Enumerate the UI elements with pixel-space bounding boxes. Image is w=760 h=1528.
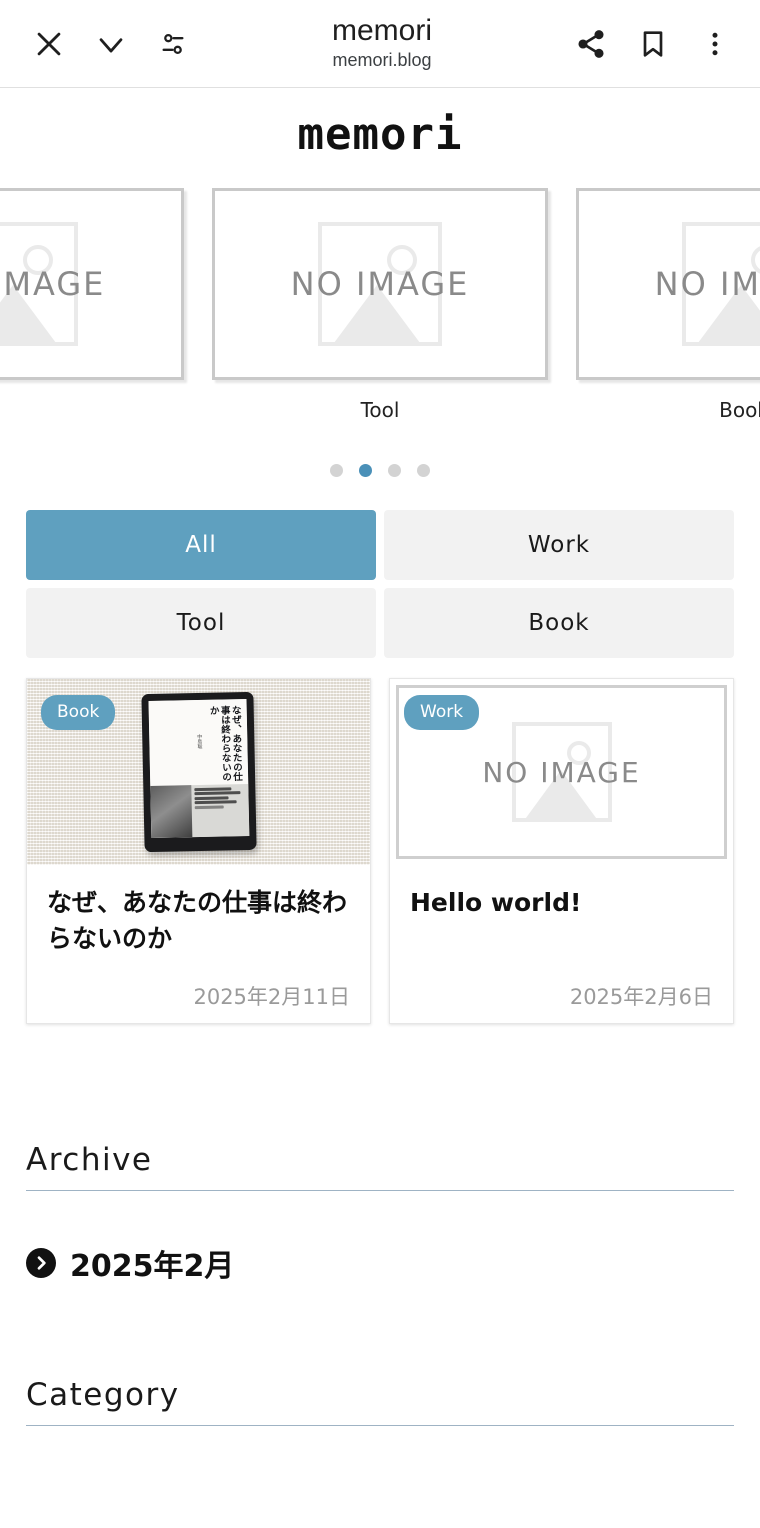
- filter-button-all[interactable]: All: [26, 510, 376, 580]
- share-icon[interactable]: [560, 0, 622, 88]
- carousel-slide[interactable]: NO IMAGE: [0, 188, 184, 422]
- book-cover-title: なぜ、あなたの仕事は終わらないのか: [207, 705, 242, 782]
- no-image-placeholder: NO IMAGE: [0, 191, 181, 377]
- toolbar-right-actions: [560, 0, 760, 88]
- book-cover-author: 中島聡: [195, 733, 203, 750]
- post-thumbnail: NO IMAGE Work: [390, 679, 733, 865]
- category-section: Category: [0, 1285, 760, 1426]
- site-header: memori: [0, 88, 760, 180]
- site-logo[interactable]: memori: [298, 109, 463, 160]
- toolbar-title-block[interactable]: memori memori.blog: [204, 14, 560, 74]
- page-title: memori: [331, 13, 432, 47]
- carousel-dot[interactable]: [330, 463, 343, 477]
- post-list: なぜ、あなたの仕事は終わらないのか 中島聡 Book なぜ、あなたの仕事は終わら…: [0, 658, 760, 1024]
- carousel-slide-thumb: NO IMAGE: [0, 188, 184, 380]
- no-image-label: NO IMAGE: [0, 265, 106, 303]
- post-category-badge[interactable]: Work: [404, 695, 480, 730]
- archive-section: Archive 2025年2月: [0, 1024, 760, 1285]
- page-content: memori NO IMAGE: [0, 88, 760, 1528]
- archive-list-item[interactable]: 2025年2月: [26, 1241, 734, 1285]
- carousel-track[interactable]: NO IMAGE NO IMAGE Tool: [0, 188, 760, 422]
- carousel-slide-label: Book: [719, 398, 760, 422]
- category-heading: Category: [26, 1377, 180, 1413]
- carousel-dot[interactable]: [388, 463, 401, 477]
- carousel-slide-thumb: NO IMAGE: [212, 188, 548, 380]
- carousel-dot[interactable]: [417, 463, 430, 477]
- no-image-label: NO IMAGE: [290, 265, 470, 303]
- post-category-badge[interactable]: Book: [41, 695, 116, 730]
- close-icon[interactable]: [18, 0, 80, 88]
- post-body: なぜ、あなたの仕事は終わらないのか 2025年2月11日: [27, 865, 370, 1023]
- page-url: memori.blog: [332, 49, 432, 70]
- post-body: Hello world! 2025年2月6日: [390, 865, 733, 1023]
- post-title[interactable]: なぜ、あなたの仕事は終わらないのか: [47, 885, 350, 957]
- carousel-pagination-dots[interactable]: [0, 430, 760, 510]
- browser-toolbar: memori memori.blog: [0, 0, 760, 88]
- category-filter-buttons: All Work Tool Book: [0, 510, 760, 658]
- no-image-label: NO IMAGE: [654, 265, 760, 303]
- archive-list: 2025年2月: [26, 1191, 734, 1285]
- no-image-placeholder: NO IMAGE: [215, 191, 545, 377]
- no-image-placeholder: NO IMAGE: [579, 191, 760, 377]
- post-card[interactable]: なぜ、あなたの仕事は終わらないのか 中島聡 Book なぜ、あなたの仕事は終わら…: [26, 678, 371, 1024]
- carousel-slide-thumb: NO IMAGE: [576, 188, 760, 380]
- more-vertical-icon[interactable]: [684, 0, 746, 88]
- carousel-slide[interactable]: NO IMAGE Tool: [212, 188, 548, 422]
- filter-button-book[interactable]: Book: [384, 588, 734, 658]
- ereader-device-photo: なぜ、あなたの仕事は終わらないのか 中島聡: [140, 691, 257, 853]
- no-image-label: NO IMAGE: [482, 755, 641, 789]
- post-card[interactable]: NO IMAGE Work Hello world! 2025年2月6日: [389, 678, 734, 1024]
- post-thumbnail: なぜ、あなたの仕事は終わらないのか 中島聡 Book: [27, 679, 370, 865]
- tune-sliders-icon[interactable]: [142, 0, 204, 88]
- carousel-dot-active[interactable]: [359, 463, 372, 477]
- carousel-slide-label: Tool: [360, 398, 400, 422]
- archive-heading: Archive: [26, 1142, 153, 1178]
- bookmark-icon[interactable]: [622, 0, 684, 88]
- post-title[interactable]: Hello world!: [410, 885, 713, 921]
- filter-button-tool[interactable]: Tool: [26, 588, 376, 658]
- featured-carousel[interactable]: NO IMAGE NO IMAGE Tool: [0, 180, 760, 430]
- post-date: 2025年2月11日: [193, 985, 350, 1009]
- category-divider: [26, 1425, 734, 1426]
- archive-item-label[interactable]: 2025年2月: [70, 1241, 234, 1285]
- filter-button-work[interactable]: Work: [384, 510, 734, 580]
- post-date: 2025年2月6日: [569, 985, 713, 1009]
- chevron-right-circle-icon: [26, 1248, 56, 1278]
- carousel-slide[interactable]: NO IMAGE Book: [576, 188, 760, 422]
- chevron-down-icon[interactable]: [80, 0, 142, 88]
- toolbar-left-actions: [0, 0, 204, 88]
